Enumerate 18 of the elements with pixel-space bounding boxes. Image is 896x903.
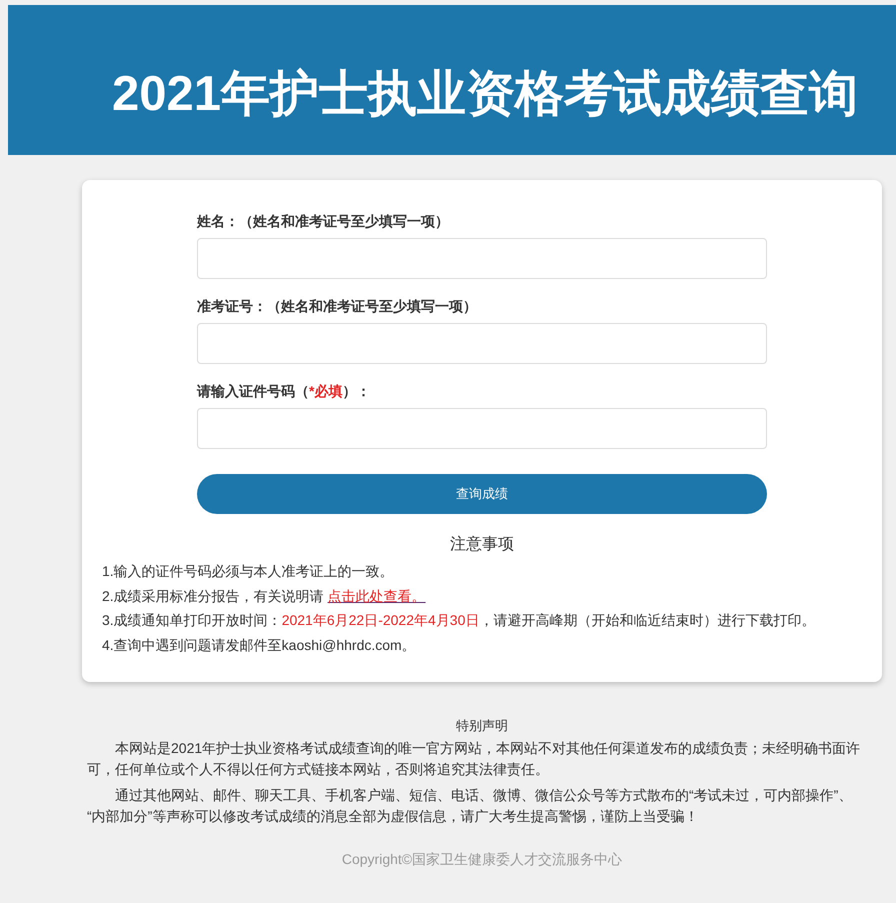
input-field[interactable]	[197, 408, 767, 449]
note-text: 2.成绩采用标准分报告，有关说明请 点击此处查看。	[102, 586, 427, 606]
note-text: 4.查询中遇到问题请发邮件至kaoshi@hhrdc.com。	[102, 636, 417, 656]
field-label: 姓名：（姓名和准考证号至少填写一项）	[197, 212, 450, 231]
statement-paragraph: 通过其他网站、邮件、聊天工具、手机客户端、短信、电话、微博、微信公众号等方式散布的“考试未过，可内部操作”、“内部加分”等声称可以修改考试成绩的消息全部为虚假信息，请广大考生提高警惕，谨防上当受骗！	[87, 786, 854, 826]
input-field[interactable]	[197, 238, 767, 279]
field-label: 准考证号：（姓名和准考证号至少填写一项）	[197, 297, 478, 316]
field-label: 请输入证件号码（*必填）：	[197, 382, 372, 401]
query-button[interactable]: 查询成绩	[197, 474, 767, 514]
view-details-link[interactable]: 点击此处查看。	[328, 588, 426, 604]
copyright-text: Copyright©国家卫生健康委人才交流服务中心	[340, 850, 624, 869]
input-field[interactable]	[197, 323, 767, 364]
note-text: 1.输入的证件号码必须与本人准考证上的一致。	[102, 562, 395, 581]
statement-title: 特别声明	[455, 716, 509, 735]
page-title: 2021年护士执业资格考试成绩查询	[112, 70, 858, 118]
statement-paragraph: 本网站是2021年护士执业资格考试成绩查询的唯一官方网站，本网站不对其他任何渠道发布的成绩负责；未经明确书面许可，任何单位或个人不得以任何方式链接本网站，否则将追究其法律责任。	[87, 738, 862, 779]
notes-title: 注意事项	[449, 534, 515, 555]
note-text: 3.成绩通知单打印开放时间：2021年6月22日-2022年4月30日，请避开高峰期（开始和临近结束时）进行下载打印。	[102, 611, 816, 630]
